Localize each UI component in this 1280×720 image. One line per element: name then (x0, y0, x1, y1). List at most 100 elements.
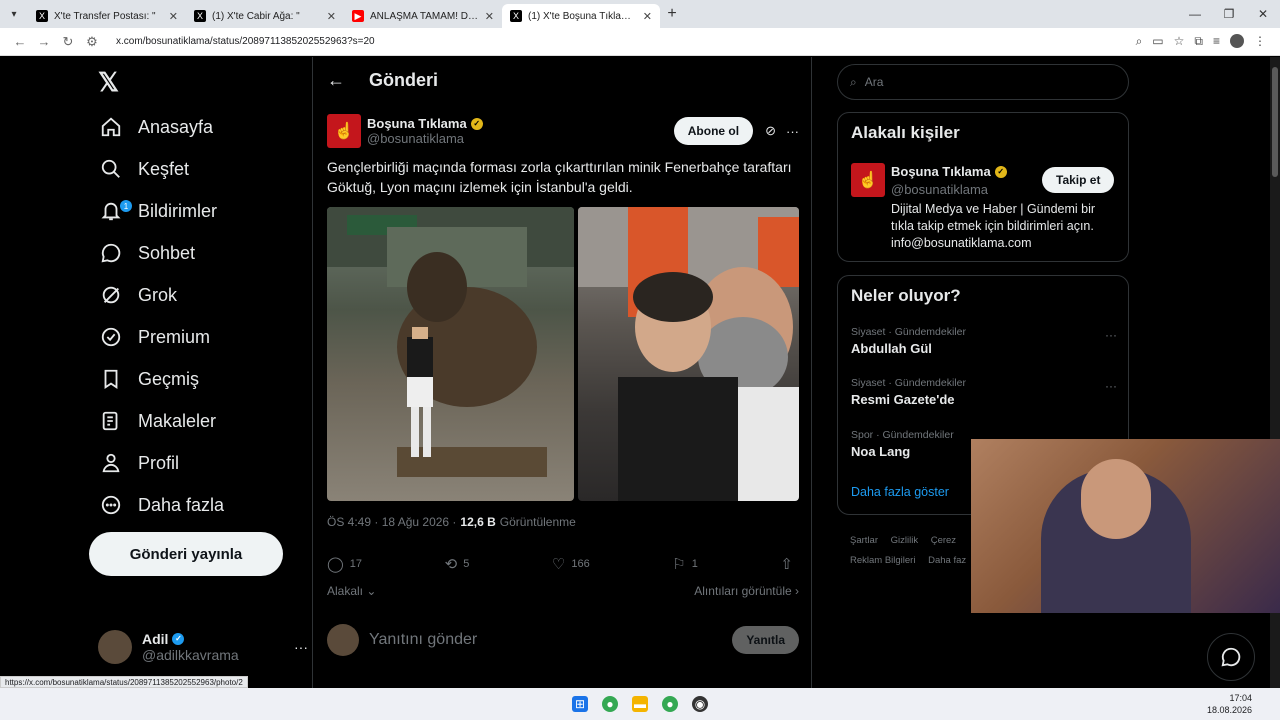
reply-button[interactable]: Yanıtla (732, 626, 799, 654)
more-dots-icon[interactable]: ··· (294, 639, 308, 655)
share-action[interactable]: ⇧ (780, 555, 799, 573)
close-icon[interactable]: ✕ (169, 10, 178, 23)
tab-search-icon[interactable]: ▾ (0, 0, 28, 28)
cast-icon[interactable]: ▭ (1152, 34, 1163, 49)
search-input[interactable]: ⌕ Ara (837, 64, 1129, 100)
trend-category: Siyaset · Gündemdekiler (851, 377, 966, 389)
reply-input[interactable]: Yanıtını gönder (369, 631, 477, 649)
nav-item-profile[interactable]: Profil (98, 443, 179, 483)
address-bar[interactable]: x.com/bosunatiklama/status/2089711385202… (110, 30, 1136, 54)
extensions-icon[interactable]: ⧉ (1194, 34, 1203, 49)
more-dots-icon[interactable]: ··· (1105, 328, 1117, 342)
streamer-head (1081, 459, 1151, 539)
author-handle[interactable]: @bosunatiklama (367, 131, 483, 146)
close-window-icon[interactable]: ✕ (1246, 7, 1280, 21)
nav-item-chat[interactable]: Sohbet (98, 233, 195, 273)
post-photo-1[interactable] (327, 207, 574, 501)
reload-icon[interactable]: ↻ (56, 34, 80, 50)
chrome-icon[interactable]: ● (662, 696, 678, 712)
more-dots-icon[interactable]: ··· (1105, 379, 1117, 393)
browser-tab-4[interactable]: X (1) X'te Boşuna Tıklama: "Genç ✕ (502, 4, 660, 28)
nav-item-home[interactable]: Anasayfa (98, 107, 213, 147)
system-clock[interactable]: 17:04 18.08.2026 (1207, 692, 1252, 716)
bookmark-star-icon[interactable]: ☆ (1174, 34, 1185, 49)
site-info-icon[interactable]: ⚙ (80, 34, 104, 50)
nav-label: Geçmiş (138, 368, 200, 389)
more-dots-icon[interactable]: ··· (786, 124, 799, 139)
x-logo-icon: X (510, 10, 522, 22)
minimize-icon[interactable]: — (1178, 7, 1212, 21)
account-switcher[interactable]: Adil ✓ @adilkkavrama ··· (98, 630, 308, 664)
nav-label: Daha fazla (138, 494, 225, 515)
back-arrow-icon[interactable]: ← (8, 34, 32, 49)
windows-taskbar: ⊞ ● ▬ ● ◉ 17:04 18.08.2026 (0, 688, 1280, 720)
post-photo-2[interactable] (578, 207, 799, 501)
footer-link[interactable]: Çerez (931, 535, 956, 546)
tab-title: (1) X'te Cabir Ağa: " (212, 10, 300, 22)
back-arrow-icon[interactable]: ← (327, 70, 345, 91)
chrome-icon[interactable]: ● (602, 696, 618, 712)
footer-link[interactable]: Gizlilik (891, 535, 918, 546)
media-icon[interactable]: ≡ (1213, 34, 1220, 49)
home-icon (98, 114, 124, 140)
author-avatar[interactable]: ☝ (327, 114, 361, 148)
nav-label: Bildirimler (138, 200, 218, 221)
obs-icon[interactable]: ◉ (692, 696, 708, 712)
new-tab-button[interactable]: + (660, 5, 684, 23)
nav-item-premium[interactable]: Premium (98, 317, 210, 357)
verified-badge-icon: ✓ (994, 165, 1007, 178)
view-quotes-link[interactable]: Alıntıları görüntüle › (694, 584, 799, 598)
grok-icon[interactable]: ⊘ (765, 123, 776, 139)
chat-bubble-icon (1221, 647, 1241, 667)
author-name[interactable]: Boşuna Tıklama (367, 116, 467, 131)
reply-action[interactable]: ◯ 17 (327, 555, 362, 573)
footer-link[interactable]: Reklam Bilgileri (850, 555, 915, 566)
x-logo-icon[interactable]: 𝕏 (98, 67, 119, 98)
x-page: 𝕏 Anasayfa Keşfet 1 Bildirimler Sohbet G… (0, 57, 1280, 688)
browser-tab-3[interactable]: ▶ ANLAŞMA TAMAM! Dodi Lukeba ✕ (344, 4, 502, 28)
relevance-dropdown[interactable]: Alakalı ⌄ (327, 584, 376, 598)
zoom-icon[interactable]: ⌕ (1136, 34, 1143, 49)
subscribe-button[interactable]: Abone ol (673, 117, 754, 145)
nav-item-more[interactable]: Daha fazla (98, 485, 224, 525)
timestamp-text[interactable]: ÖS 4:49 · 18 Ağu 2026 · (327, 515, 456, 529)
browser-tab-2[interactable]: X (1) X'te Cabir Ağa: " ✕ (186, 4, 344, 28)
restore-icon[interactable]: ❐ (1212, 7, 1246, 21)
account-name: Adil (142, 631, 169, 647)
footer-link[interactable]: Daha faz (928, 555, 966, 566)
nav-item-explore[interactable]: Keşfet (98, 149, 189, 189)
nav-item-notifications[interactable]: 1 Bildirimler (98, 191, 217, 231)
bookmark-action[interactable]: ⚐ 1 (672, 555, 698, 573)
main-header: ← Gönderi (313, 57, 813, 103)
file-explorer-icon[interactable]: ▬ (632, 696, 648, 712)
nav-item-grok[interactable]: Grok (98, 275, 177, 315)
scrollbar-thumb[interactable] (1272, 67, 1278, 177)
show-more-link[interactable]: Daha fazla göster (851, 485, 949, 499)
nav-label: Premium (138, 326, 211, 347)
post-button[interactable]: Gönderi yayınla (89, 532, 283, 576)
left-navigation: 𝕏 Anasayfa Keşfet 1 Bildirimler Sohbet G… (88, 57, 312, 688)
person-avatar[interactable]: ☝ (851, 163, 885, 197)
like-action[interactable]: ♡ 166 (552, 555, 590, 573)
footer-link[interactable]: Şartlar (850, 535, 878, 546)
nav-item-articles[interactable]: Makaleler (98, 401, 216, 441)
close-icon[interactable]: ✕ (485, 10, 494, 23)
nav-item-history[interactable]: Geçmiş (98, 359, 199, 399)
menu-dots-icon[interactable]: ⋮ (1254, 34, 1266, 49)
follow-button[interactable]: Takip et (1042, 167, 1115, 193)
forward-arrow-icon[interactable]: → (32, 34, 56, 49)
reply-count: 17 (349, 558, 363, 570)
person-icon (98, 450, 124, 476)
windows-start-icon[interactable]: ⊞ (572, 696, 588, 712)
person-handle: @bosunatiklama (891, 182, 989, 197)
browser-tab-1[interactable]: X X'te Transfer Postası: " ✕ (28, 4, 186, 28)
repost-action[interactable]: ⟲ 5 (445, 555, 470, 573)
close-icon[interactable]: ✕ (643, 10, 652, 23)
close-icon[interactable]: ✕ (327, 10, 336, 23)
profile-avatar[interactable] (1230, 34, 1244, 48)
browser-tab-bar: ▾ X X'te Transfer Postası: " ✕ X (1) X't… (0, 0, 1280, 28)
trend-item[interactable]: Siyaset · Gündemdekiler Resmi Gazete'de … (851, 377, 1117, 407)
chat-fab-button[interactable] (1207, 633, 1255, 681)
nav-label: Makaleler (138, 410, 217, 431)
trend-item[interactable]: Siyaset · Gündemdekiler Abdullah Gül ··· (851, 326, 1117, 356)
